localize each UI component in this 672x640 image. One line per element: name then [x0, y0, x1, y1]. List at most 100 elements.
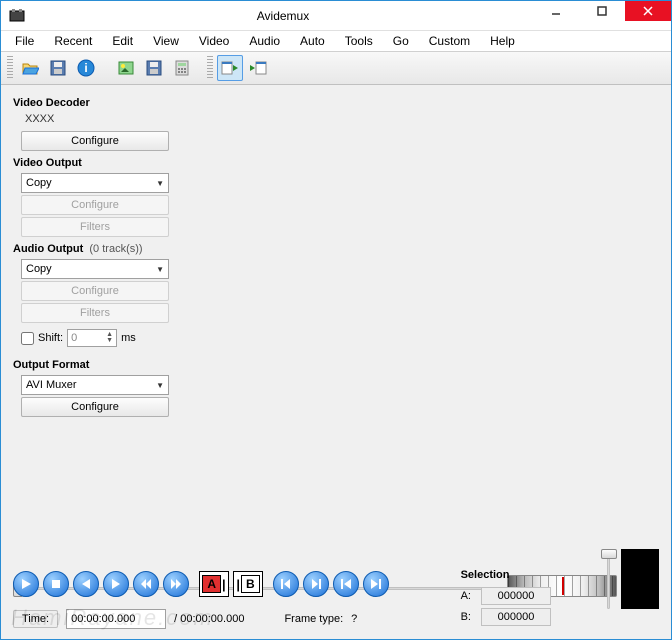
menu-bar: File Recent Edit View Video Audio Auto T… — [1, 31, 671, 51]
toolbar-grip[interactable] — [7, 56, 13, 80]
calculator-icon — [173, 59, 191, 77]
set-marker-a-button[interactable]: A| — [199, 571, 229, 597]
prev-keyframe-button[interactable] — [133, 571, 159, 597]
minimize-button[interactable] — [533, 1, 579, 21]
output-format-label: Output Format — [13, 359, 189, 371]
menu-file[interactable]: File — [7, 32, 42, 50]
menu-tools[interactable]: Tools — [337, 32, 381, 50]
selection-label: Selection — [461, 569, 551, 581]
goto-a-icon — [280, 578, 292, 590]
content-area: Video Decoder XXXX Configure Video Outpu… — [1, 85, 671, 639]
time-label: Time: — [13, 610, 58, 628]
info-icon: i — [77, 59, 95, 77]
next-icon — [110, 578, 122, 590]
shift-unit: ms — [121, 332, 136, 344]
goto-b-icon — [310, 578, 322, 590]
video-output-filters-button: Filters — [21, 217, 169, 237]
marker-a-icon: A — [202, 575, 221, 593]
save-icon — [49, 59, 67, 77]
stop-button[interactable] — [43, 571, 69, 597]
selection-a-value: 000000 — [481, 587, 551, 605]
chevron-down-icon: ▼ — [156, 265, 164, 274]
title-bar: Avidemux — [1, 1, 671, 31]
toolbar-grip-2[interactable] — [207, 56, 213, 80]
menu-help[interactable]: Help — [482, 32, 523, 50]
shift-label: Shift: — [38, 332, 63, 344]
menu-auto[interactable]: Auto — [292, 32, 333, 50]
volume-slider[interactable] — [599, 549, 617, 609]
video-output-configure-button: Configure — [21, 195, 169, 215]
menu-view[interactable]: View — [145, 32, 187, 50]
chevron-down-icon: ▼ — [156, 179, 164, 188]
selection-b-label: B: — [461, 611, 471, 623]
play-input-button[interactable] — [217, 55, 243, 81]
chevron-down-icon: ▼ — [156, 381, 164, 390]
stop-icon — [50, 578, 62, 590]
output-format-configure-button[interactable]: Configure — [21, 397, 169, 417]
playback-controls: A| |B — [13, 571, 389, 597]
next-black-icon — [370, 578, 382, 590]
shift-checkbox[interactable] — [21, 332, 34, 345]
maximize-button[interactable] — [579, 1, 625, 21]
rewind-icon — [140, 578, 152, 590]
output-format-value: AVI Muxer — [26, 379, 77, 391]
window-controls — [533, 1, 671, 30]
shift-spinner[interactable]: 0 ▲▼ — [67, 329, 117, 347]
audio-output-filters-button: Filters — [21, 303, 169, 323]
goto-marker-b-button[interactable] — [303, 571, 329, 597]
open-button[interactable] — [17, 55, 43, 81]
menu-go[interactable]: Go — [385, 32, 417, 50]
audio-shift-row: Shift: 0 ▲▼ ms — [21, 329, 189, 347]
video-output-label: Video Output — [13, 157, 189, 169]
selection-a-label: A: — [461, 590, 471, 602]
menu-edit[interactable]: Edit — [104, 32, 141, 50]
save-media-button[interactable] — [141, 55, 167, 81]
video-output-select[interactable]: Copy ▼ — [21, 173, 169, 193]
save-button[interactable] — [45, 55, 71, 81]
svg-text:i: i — [84, 61, 87, 75]
menu-video[interactable]: Video — [191, 32, 237, 50]
video-decoder-configure-button[interactable]: Configure — [21, 131, 169, 151]
time-input[interactable]: 00:00:00.000 — [66, 609, 166, 629]
load-image-button[interactable] — [113, 55, 139, 81]
frame-type-value: ? — [351, 613, 357, 625]
open-icon — [21, 59, 39, 77]
selection-panel: Selection A: 000000 B: 000000 — [461, 569, 551, 629]
frame-type-label: Frame type: — [284, 613, 343, 625]
audio-output-value: Copy — [26, 263, 52, 275]
prev-icon — [80, 578, 92, 590]
calculator-button[interactable] — [169, 55, 195, 81]
info-button[interactable]: i — [73, 55, 99, 81]
video-decoder-label: Video Decoder — [13, 97, 189, 109]
menu-audio[interactable]: Audio — [241, 32, 288, 50]
audio-output-configure-button: Configure — [21, 281, 169, 301]
close-button[interactable] — [625, 1, 671, 21]
next-frame-button[interactable] — [103, 571, 129, 597]
video-decoder-value: XXXX — [25, 113, 189, 125]
play-output-icon — [249, 59, 267, 77]
play-icon — [20, 578, 32, 590]
next-black-frame-button[interactable] — [363, 571, 389, 597]
play-button[interactable] — [13, 571, 39, 597]
play-input-icon — [221, 59, 239, 77]
save-media-icon — [145, 59, 163, 77]
next-keyframe-button[interactable] — [163, 571, 189, 597]
prev-black-frame-button[interactable] — [333, 571, 359, 597]
menu-custom[interactable]: Custom — [421, 32, 478, 50]
image-icon — [117, 59, 135, 77]
preview-area — [621, 549, 659, 609]
left-panel: Video Decoder XXXX Configure Video Outpu… — [1, 85, 201, 419]
output-format-select[interactable]: AVI Muxer ▼ — [21, 375, 169, 395]
set-marker-b-button[interactable]: |B — [233, 571, 263, 597]
audio-output-select[interactable]: Copy ▼ — [21, 259, 169, 279]
shift-value: 0 — [71, 332, 77, 344]
prev-frame-button[interactable] — [73, 571, 99, 597]
play-output-button[interactable] — [245, 55, 271, 81]
video-output-value: Copy — [26, 177, 52, 189]
volume-thumb[interactable] — [601, 549, 617, 559]
menu-recent[interactable]: Recent — [46, 32, 100, 50]
goto-marker-a-button[interactable] — [273, 571, 299, 597]
time-total: / 00:00:00.000 — [174, 613, 244, 625]
app-window: Avidemux File Recent Edit View Video Aud… — [0, 0, 672, 640]
spinner-buttons[interactable]: ▲▼ — [106, 332, 113, 344]
